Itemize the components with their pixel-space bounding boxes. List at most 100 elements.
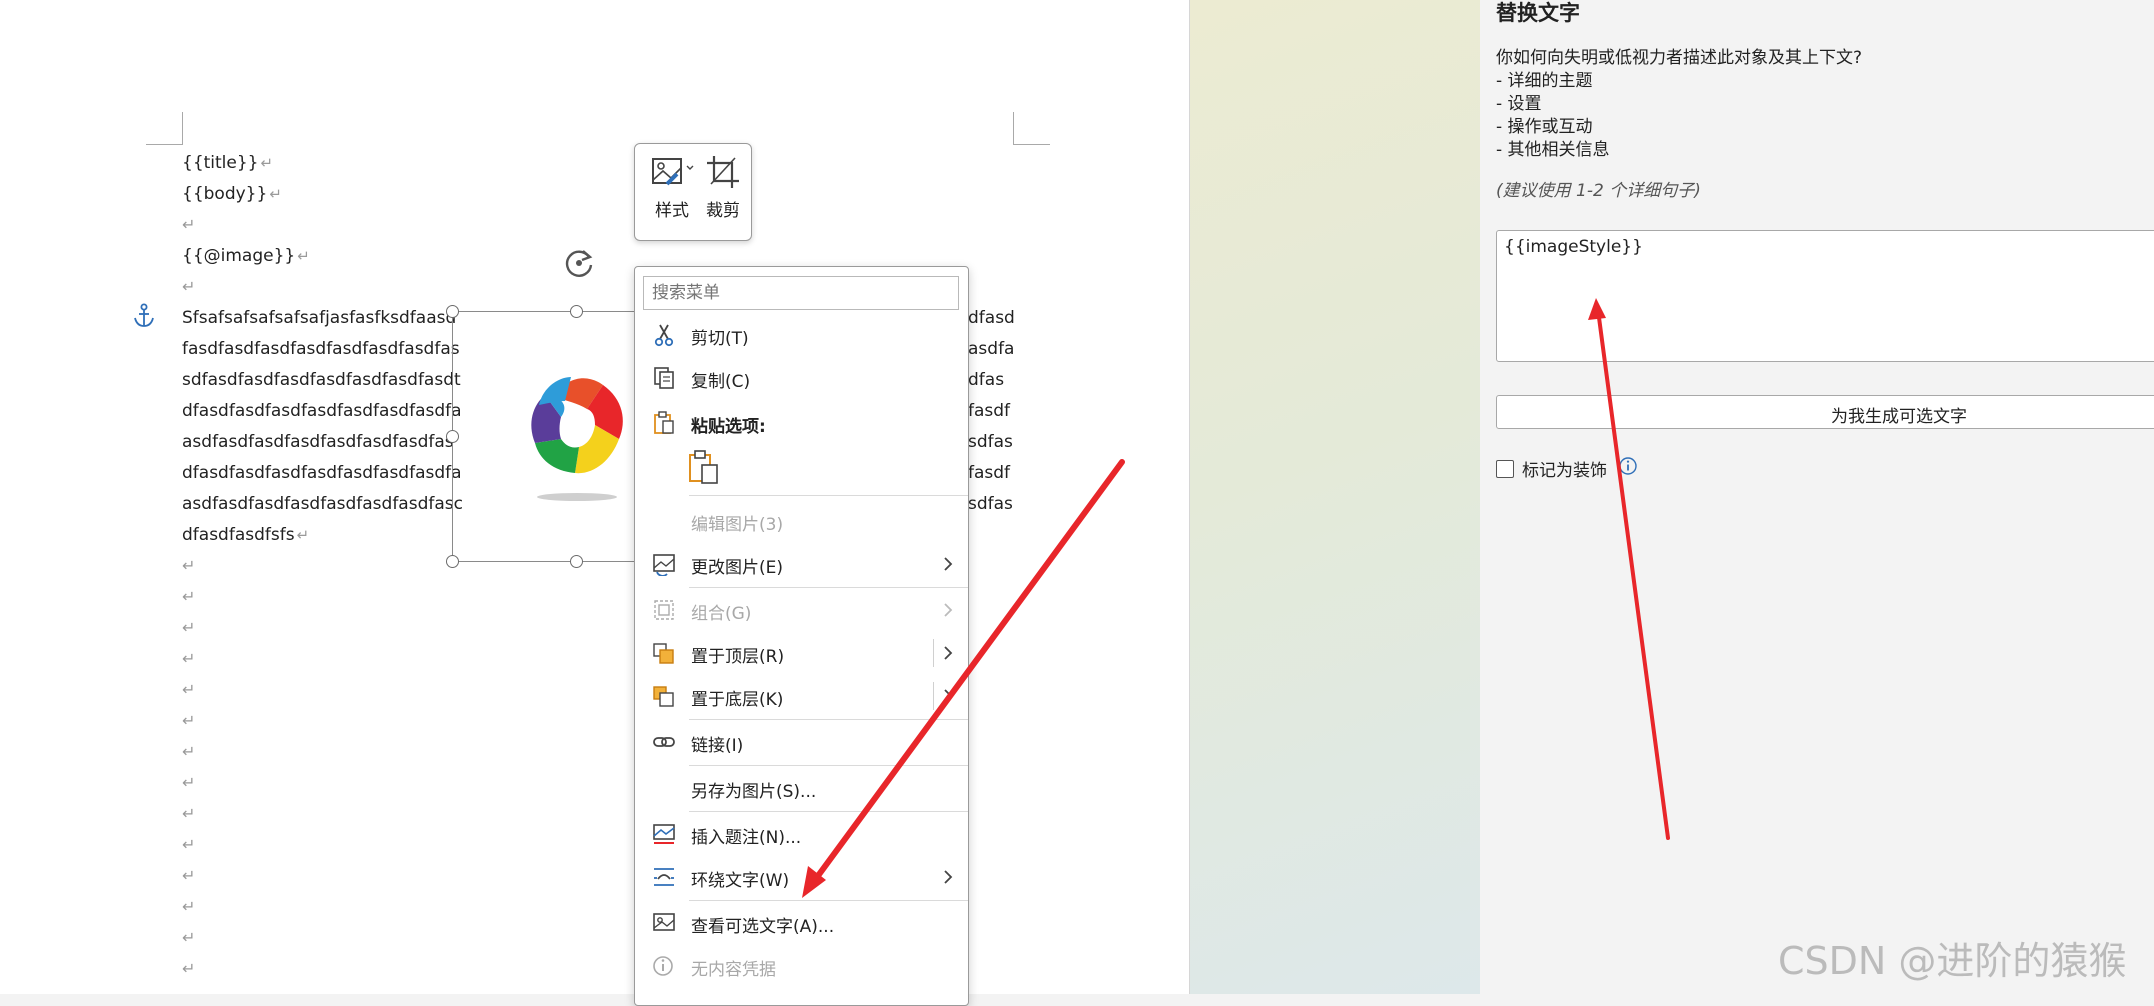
group-icon bbox=[654, 600, 674, 620]
paragraph-mark: ↵ bbox=[182, 277, 196, 296]
anchor-icon[interactable] bbox=[132, 303, 156, 329]
split-separator bbox=[933, 682, 934, 710]
paragraph-line[interactable]: sdfasdfasdfasdfasdfasdfasdfasdt bbox=[182, 369, 461, 391]
csdn-watermark: CSDN @进阶的猿猴 bbox=[1778, 939, 2127, 983]
paragraph-line[interactable]: fasdfasdfasdfasdfasdfasdfasdfas bbox=[182, 338, 460, 360]
menu-separator bbox=[689, 587, 968, 588]
menu-search-input[interactable] bbox=[643, 276, 959, 310]
paragraph-line-right[interactable]: asdfa bbox=[968, 338, 1014, 360]
resize-handle-bottom-left[interactable] bbox=[446, 555, 459, 568]
info-icon bbox=[653, 956, 673, 976]
paragraph-mark: ↵ bbox=[182, 959, 196, 978]
resize-handle-top[interactable] bbox=[570, 305, 583, 318]
alt-text-icon bbox=[653, 913, 675, 931]
doc-line-title[interactable]: {{title}} ↵ bbox=[182, 152, 273, 174]
pane-bullet: - 详细的主题 bbox=[1496, 71, 1593, 91]
menu-item-no-credentials[interactable]: 无内容凭据 bbox=[635, 946, 968, 986]
paragraph-line-right[interactable]: sdfas bbox=[968, 493, 1013, 515]
chevron-right-icon bbox=[944, 557, 953, 571]
paragraph-mark: ↵ bbox=[182, 773, 196, 792]
aperture-logo-image bbox=[531, 377, 623, 501]
document-page[interactable]: {{title}} ↵ {{body}} ↵ ↵ {{@image}} ↵ ↵ Sfs… bbox=[0, 0, 1190, 994]
menu-item-group[interactable]: 组合(G) bbox=[635, 590, 968, 630]
resize-handle-bottom[interactable] bbox=[570, 555, 583, 568]
crop-button[interactable]: 裁剪 bbox=[701, 154, 745, 221]
paragraph-mark: ↵ bbox=[182, 711, 196, 730]
paragraph-mark: ↵ bbox=[182, 928, 196, 947]
paragraph-line-right[interactable]: sdfas bbox=[968, 431, 1013, 453]
paragraph-mark: ↵ bbox=[182, 804, 196, 823]
resize-handle-left[interactable] bbox=[446, 430, 459, 443]
pane-question: 你如何向失明或低视力者描述此对象及其上下文? bbox=[1496, 48, 1863, 68]
style-button[interactable]: 样式 bbox=[647, 154, 697, 221]
paragraph-mark: ↵ bbox=[182, 649, 196, 668]
pane-title: 替换文字 bbox=[1496, 1, 1580, 25]
menu-item-copy[interactable]: 复制(C) bbox=[635, 358, 968, 398]
info-icon[interactable] bbox=[1618, 456, 1638, 476]
mark-decorative-label[interactable]: 标记为装饰 bbox=[1522, 456, 1607, 481]
paragraph-mark: ↵ bbox=[182, 680, 196, 699]
pane-bullet: - 其他相关信息 bbox=[1496, 140, 1610, 160]
chevron-right-icon bbox=[944, 603, 953, 617]
crop-mark-top-left bbox=[146, 112, 183, 145]
paragraph-line-right[interactable]: dfasd bbox=[968, 307, 1015, 329]
generate-alt-text-button[interactable]: 为我生成可选文字 bbox=[1496, 395, 2154, 429]
menu-item-wrap-text[interactable]: 环绕文字(W) bbox=[635, 857, 968, 897]
menu-item-save-as-picture[interactable]: 另存为图片(S)... bbox=[635, 768, 968, 808]
paragraph-line-right[interactable]: fasdf bbox=[968, 462, 1010, 484]
paragraph-mark: ↵ bbox=[182, 618, 196, 637]
menu-separator bbox=[689, 765, 968, 766]
pane-bullet: - 设置 bbox=[1496, 94, 1542, 114]
paragraph-line[interactable]: dfasdfasdfasdfasdfasdfasdfasdfa bbox=[182, 462, 462, 484]
paste-keep-source-icon[interactable] bbox=[687, 449, 721, 485]
paragraph-line[interactable]: dfasdfasdfasdfasdfasdfasdfasdfa bbox=[182, 400, 462, 422]
split-separator bbox=[933, 639, 934, 667]
menu-item-insert-caption[interactable]: 插入题注(N)... bbox=[635, 814, 968, 854]
resize-handle-top-left[interactable] bbox=[446, 305, 459, 318]
bring-to-front-icon bbox=[653, 643, 674, 664]
chevron-right-icon bbox=[944, 646, 953, 660]
paragraph-line-right[interactable]: fasdf bbox=[968, 400, 1010, 422]
menu-separator bbox=[689, 900, 968, 901]
change-picture-icon bbox=[653, 554, 675, 576]
alt-text-input[interactable]: {{imageStyle}} bbox=[1496, 230, 2154, 362]
chevron-right-icon bbox=[944, 870, 953, 884]
menu-separator bbox=[689, 811, 968, 812]
pane-hint: (建议使用 1-2 个详细句子) bbox=[1496, 181, 1701, 201]
paragraph-mark: ↵ bbox=[182, 866, 196, 885]
paragraph-mark: ↵ bbox=[182, 835, 196, 854]
paragraph-line-last[interactable]: dfasdfasdfsfs ↵ bbox=[182, 524, 309, 546]
menu-item-send-to-back[interactable]: 置于底层(K) bbox=[635, 676, 968, 716]
doc-line-image-tag[interactable]: {{@image}} ↵ bbox=[182, 245, 310, 267]
picture-style-icon bbox=[652, 158, 694, 186]
alt-text-pane: 替换文字 你如何向失明或低视力者描述此对象及其上下文? - 详细的主题 - 设置… bbox=[1480, 0, 2154, 994]
rotate-handle-icon[interactable] bbox=[561, 245, 597, 281]
style-label: 样式 bbox=[655, 201, 689, 221]
insert-caption-icon bbox=[653, 824, 675, 844]
paste-icon bbox=[654, 411, 674, 434]
doc-line-body[interactable]: {{body}} ↵ bbox=[182, 183, 282, 205]
paragraph-line[interactable]: asdfasdfasdfasdfasdfasdfasdfas bbox=[182, 431, 454, 453]
context-menu: 剪切(T) 复制(C) 粘贴选项: 编辑图片(3) 更改图片(E) bbox=[634, 266, 969, 1006]
copy-icon bbox=[654, 367, 674, 389]
menu-item-cut[interactable]: 剪切(T) bbox=[635, 315, 968, 355]
paragraph-mark: ↵ bbox=[182, 587, 196, 606]
menu-item-paste-options: 粘贴选项: bbox=[635, 403, 968, 443]
menu-item-edit-picture[interactable]: 编辑图片(3) bbox=[635, 501, 968, 541]
crop-label: 裁剪 bbox=[706, 201, 740, 221]
menu-item-bring-to-front[interactable]: 置于顶层(R) bbox=[635, 633, 968, 673]
paragraph-line[interactable]: asdfasdfasdfasdfasdfasdfasdfasc bbox=[182, 493, 463, 515]
paragraph-mark: ↵ bbox=[182, 742, 196, 761]
crop-mark-top-right bbox=[1013, 112, 1050, 145]
chevron-right-icon bbox=[944, 689, 953, 703]
menu-item-change-picture[interactable]: 更改图片(E) bbox=[635, 544, 968, 584]
paragraph-line-right[interactable]: dfas bbox=[968, 369, 1004, 391]
paragraph-line[interactable]: Sfsafsafsafsafsafjasfasfksdfaasd bbox=[182, 307, 456, 329]
paragraph-mark: ↵ bbox=[182, 215, 196, 234]
mark-decorative-checkbox[interactable] bbox=[1496, 460, 1514, 478]
menu-item-link[interactable]: 链接(I) bbox=[635, 722, 968, 762]
crop-icon bbox=[707, 156, 739, 188]
send-to-back-icon bbox=[653, 686, 674, 707]
picture-mini-toolbar: 样式 裁剪 bbox=[634, 143, 752, 241]
menu-item-view-alt-text[interactable]: 查看可选文字(A)... bbox=[635, 903, 968, 943]
